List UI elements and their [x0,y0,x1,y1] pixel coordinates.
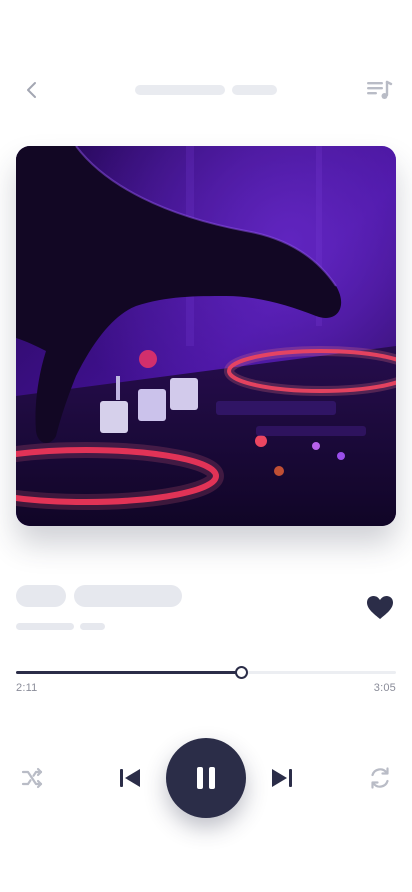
play-pause-button[interactable] [166,738,246,818]
skip-next-icon [269,765,295,791]
back-button[interactable] [20,78,44,102]
chevron-left-icon [20,78,44,102]
shuffle-icon [20,766,44,790]
heart-icon [364,592,396,624]
repeat-button[interactable] [367,765,393,791]
shuffle-button[interactable] [20,766,44,790]
repeat-icon [367,765,393,791]
track-title-placeholder [16,585,66,607]
progress-slider[interactable] [16,664,396,682]
subtitle-placeholder [232,85,277,95]
artist-placeholder-2 [80,623,105,630]
album-cover [16,146,396,526]
queue-button[interactable] [364,76,394,104]
playlist-icon [364,76,394,104]
like-button[interactable] [364,592,396,624]
top-bar [0,70,412,110]
elapsed-time: 2:11 [16,682,38,694]
pause-icon [194,765,218,791]
title-placeholder [135,85,225,95]
duration-time: 3:05 [373,682,396,694]
progress-thumb[interactable] [235,666,249,679]
artist-placeholder [16,623,74,630]
previous-button[interactable] [117,765,143,791]
next-button[interactable] [269,765,295,791]
progress-fill [16,671,242,674]
track-title-placeholder-2 [74,585,182,607]
skip-previous-icon [117,765,143,791]
